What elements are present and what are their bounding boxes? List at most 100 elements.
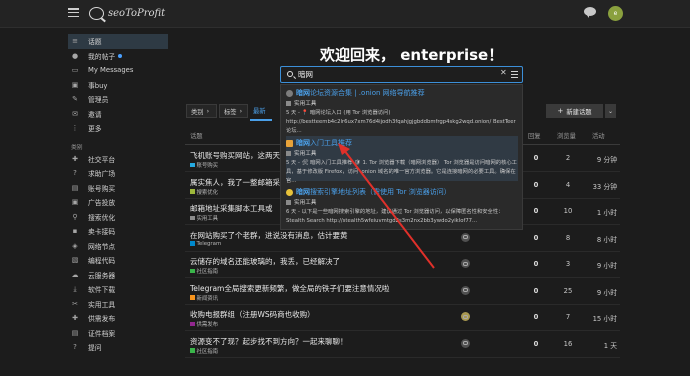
category-dropdown-label: 类别 bbox=[191, 108, 204, 116]
sidebar-category-item[interactable]: ▤ 账号购买 bbox=[68, 181, 168, 196]
sidebar-category-item[interactable]: ☁ 云服务器 bbox=[68, 268, 168, 283]
topic-category[interactable]: 实用工具 bbox=[190, 214, 218, 222]
topic-category-label: 社区指南 bbox=[196, 269, 219, 275]
topic-category[interactable]: 社区指南 bbox=[190, 267, 218, 275]
notification-level-dropdown[interactable]: ⌄ bbox=[605, 104, 616, 118]
sidebar-category-item[interactable]: ? 求助广场 bbox=[68, 166, 168, 181]
result-title[interactable]: 暗网 搜索引擎地址列表（需使用 Tor 浏览器访问） bbox=[286, 187, 518, 197]
poster-avatar[interactable] bbox=[461, 285, 470, 295]
result-category[interactable]: 实用工具 bbox=[286, 198, 518, 206]
welcome-banner: 欢迎回来， enterprise！ bbox=[320, 46, 504, 64]
topic-replies: 0 bbox=[533, 339, 539, 348]
topic-row[interactable]: 云储存的域名还能玻璃的，我丢，已经解决了 社区指南 0 3 9 小时 bbox=[185, 252, 620, 278]
search-result[interactable]: 暗网 论坛资源合集 | .onion 网络导航推荐 实用工具 5 天 - 📍 暗网… bbox=[286, 88, 518, 134]
topic-activity[interactable]: 8 小时 bbox=[587, 234, 617, 244]
sidebar-category-label: 供需发布 bbox=[88, 315, 116, 324]
new-topic-button[interactable]: + 新建话题 bbox=[546, 104, 603, 118]
topic-category[interactable]: 新闻资讯 bbox=[190, 294, 218, 302]
category-icon: ▤ bbox=[71, 183, 79, 192]
sidebar-item-label: 邀请 bbox=[88, 110, 102, 119]
sidebar-category-label: 提问 bbox=[88, 344, 102, 353]
result-category[interactable]: 实用工具 bbox=[286, 149, 518, 157]
sidebar-category-item[interactable]: ✚ 社交平台 bbox=[68, 152, 168, 167]
topic-row[interactable]: 收购电报群组（注册WS码商也收购） 供需发布 0 7 15 小时 bbox=[185, 305, 620, 331]
sidebar-category-item[interactable]: ▧ 编程代码 bbox=[68, 253, 168, 268]
wrench-icon: ✎ bbox=[72, 95, 78, 104]
inbox-icon: ▭ bbox=[71, 66, 79, 75]
sidebar-item[interactable]: ▣ 事buy bbox=[68, 78, 168, 93]
sidebar-item[interactable]: ▭ My Messages bbox=[68, 63, 168, 78]
result-category[interactable]: 实用工具 bbox=[286, 99, 518, 107]
topic-activity[interactable]: 9 小时 bbox=[587, 260, 617, 270]
sidebar-item-label: 管理员 bbox=[88, 96, 109, 105]
topic-activity[interactable]: 15 小时 bbox=[587, 313, 617, 323]
site-logo[interactable]: seoToProfit bbox=[89, 4, 165, 22]
topic-title[interactable]: 资源变不了现？起步找不到方向？一起来聊聊！ bbox=[190, 336, 450, 347]
sidebar-category-item[interactable]: ⤓ 软件下载 bbox=[68, 282, 168, 297]
topic-category-label: 账号购买 bbox=[196, 163, 219, 169]
pointing-hand-icon bbox=[286, 188, 293, 196]
topic-title[interactable]: 在网站购买了个老群，进说没有消息，估计要黄 bbox=[190, 230, 450, 241]
sidebar-category-label: 卖卡接码 bbox=[88, 228, 116, 237]
topic-title[interactable]: 收购电报群组（注册WS码商也收购） bbox=[190, 309, 450, 320]
clear-search-icon[interactable]: ✕ bbox=[500, 68, 507, 77]
topic-row[interactable]: 资源变不了现？起步找不到方向？一起来聊聊！ 社区指南 0 16 1 天 bbox=[185, 332, 620, 358]
column-header-views[interactable]: 浏览量 bbox=[557, 131, 576, 140]
topic-category[interactable]: Telegram bbox=[190, 241, 221, 247]
category-icon: ▪ bbox=[72, 227, 78, 236]
result-title[interactable]: 暗网 论坛资源合集 | .onion 网络导航推荐 bbox=[286, 88, 518, 98]
topic-category[interactable]: 账号购买 bbox=[190, 161, 218, 169]
search-result[interactable]: 暗网 搜索引擎地址列表（需使用 Tor 浏览器访问） 实用工具 6 天 - 以下是… bbox=[286, 187, 518, 229]
sidebar-item[interactable]: ≡ 话题 bbox=[68, 34, 168, 49]
sidebar-category-item[interactable]: ▤ 证件档案 bbox=[68, 326, 168, 341]
column-header-activity[interactable]: 活动 bbox=[592, 131, 605, 140]
sidebar-item[interactable]: ● 我的帖子 bbox=[68, 49, 168, 64]
search-result[interactable]: 暗网 入门工具推荐 实用工具 5 天 - 🛠 暗网入门工具推荐 🛡 1. Tor … bbox=[286, 136, 518, 184]
sidebar-category-item[interactable]: ⚲ 搜索优化 bbox=[68, 210, 168, 225]
topic-activity[interactable]: 9 分钟 bbox=[587, 154, 617, 164]
tags-dropdown[interactable]: 标签 › bbox=[219, 104, 248, 118]
sidebar-item-label: 更多 bbox=[88, 125, 102, 134]
topic-activity[interactable]: 33 分钟 bbox=[587, 181, 617, 191]
topic-category-label: 供需发布 bbox=[196, 322, 219, 328]
category-icon: ☁ bbox=[71, 270, 79, 279]
poster-avatar[interactable] bbox=[461, 312, 470, 321]
topic-activity[interactable]: 9 小时 bbox=[587, 287, 617, 297]
sidebar-category-item[interactable]: ▪ 卖卡接码 bbox=[68, 224, 168, 239]
sidebar-item[interactable]: ⋮ 更多 bbox=[68, 121, 168, 136]
topic-category[interactable]: 供需发布 bbox=[190, 320, 218, 328]
user-avatar[interactable]: e bbox=[608, 6, 623, 21]
poster-avatar[interactable] bbox=[461, 232, 470, 242]
search-input[interactable]: 暗网 ✕ bbox=[280, 66, 523, 83]
poster-avatar[interactable] bbox=[461, 259, 470, 268]
chat-icon[interactable] bbox=[583, 6, 597, 20]
result-title[interactable]: 暗网 入门工具推荐 bbox=[286, 138, 518, 148]
sidebar-category-item[interactable]: ◈ 网络节点 bbox=[68, 239, 168, 254]
sidebar-item[interactable]: ✉ 邀请 bbox=[68, 107, 168, 122]
category-swatch bbox=[190, 215, 195, 221]
category-icon: ⤓ bbox=[73, 284, 77, 293]
poster-avatar[interactable] bbox=[461, 338, 470, 348]
topic-category[interactable]: 社区指南 bbox=[190, 347, 218, 355]
topic-activity[interactable]: 1 小时 bbox=[587, 207, 617, 217]
hamburger-menu-icon[interactable] bbox=[68, 8, 79, 18]
topic-activity[interactable]: 1 天 bbox=[587, 340, 617, 350]
sidebar-category-item[interactable]: ✂ 实用工具 bbox=[68, 297, 168, 312]
search-options-icon[interactable] bbox=[511, 71, 518, 79]
tab-latest[interactable]: 最新 bbox=[253, 106, 266, 115]
topic-title[interactable]: Telegram全局搜索更新频繁，做全局的铁子们要注意情况啦 bbox=[190, 283, 450, 294]
sidebar-category-item[interactable]: ▣ 广告投放 bbox=[68, 195, 168, 210]
sidebar-category-label: 编程代码 bbox=[88, 257, 116, 266]
sidebar-category-item[interactable]: ? 提问 bbox=[68, 340, 168, 355]
topic-row[interactable]: Telegram全局搜索更新频繁，做全局的铁子们要注意情况啦 新闻资讯 0 25 9 小… bbox=[185, 279, 620, 305]
tags-dropdown-label: 标签 bbox=[224, 108, 237, 116]
column-header-replies[interactable]: 回复 bbox=[528, 131, 541, 140]
sidebar-section-categories[interactable]: 类别 bbox=[68, 141, 168, 152]
category-dropdown[interactable]: 类别 › bbox=[186, 104, 217, 118]
topic-title[interactable]: 云储存的域名还能玻璃的，我丢，已经解决了 bbox=[190, 256, 450, 267]
category-icon: ▧ bbox=[71, 256, 79, 265]
sidebar-item[interactable]: ✎ 管理员 bbox=[68, 92, 168, 107]
topic-category[interactable]: 搜索优化 bbox=[190, 188, 218, 196]
sidebar-category-item[interactable]: ✚ 供需发布 bbox=[68, 311, 168, 326]
column-header-topic[interactable]: 话题 bbox=[190, 131, 203, 140]
